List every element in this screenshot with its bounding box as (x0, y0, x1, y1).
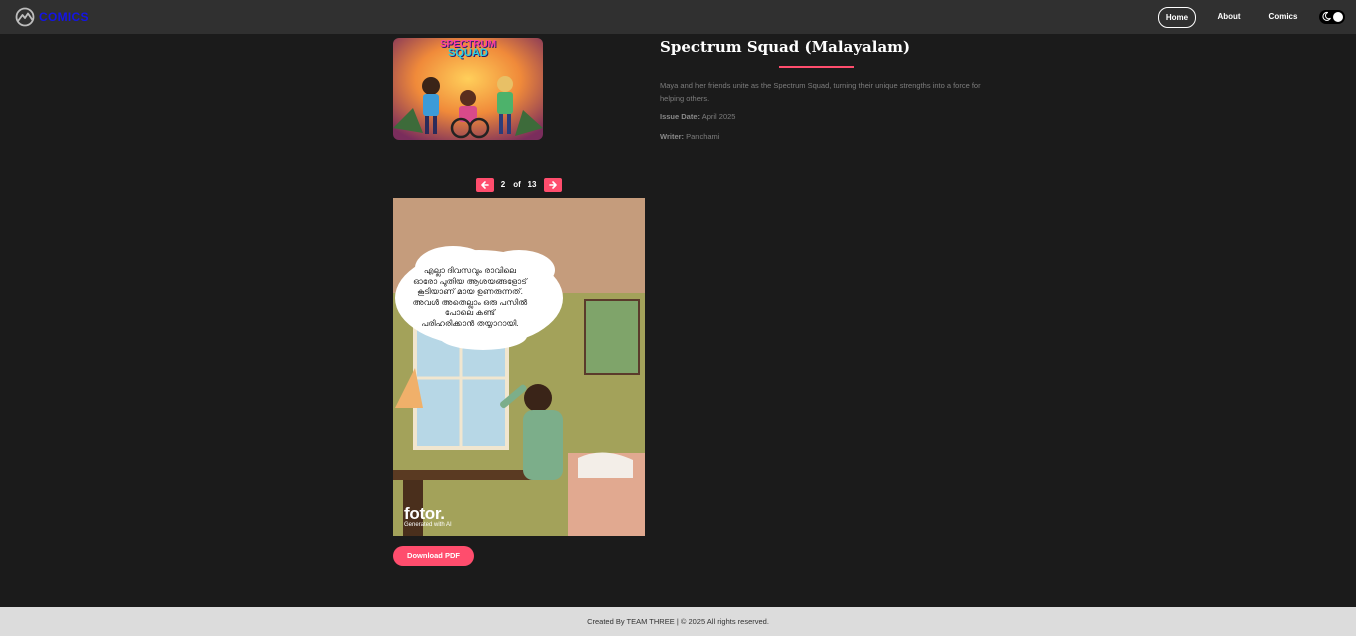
theme-toggle[interactable] (1319, 10, 1345, 24)
issue-date-label: Issue Date: (660, 112, 701, 121)
title-underline (779, 66, 854, 68)
arrow-right-icon (549, 181, 557, 189)
bubble-line-3: കൂടിയാണ് മായ ഉണരുന്നത്. (417, 287, 523, 297)
nav-home-link[interactable]: Home (1158, 7, 1196, 28)
writer-label: Writer: (660, 132, 685, 141)
mountain-logo-icon (15, 7, 35, 27)
watermark-logo: fotor. (404, 504, 445, 523)
watermark-caption: Generated with AI (404, 522, 452, 528)
speech-bubble-text: എല്ലാ ദിവസവും രാവിലെ ഓരോ പുതിയ ആശയങ്ങളോട… (410, 266, 530, 330)
comic-description: Maya and her friends unite as the Spectr… (660, 81, 981, 103)
bubble-line-1: എല്ലാ ദിവസവും രാവിലെ (423, 266, 517, 275)
bubble-line-2: ഓരോ പുതിയ ആശയങ്ങളോട് (413, 276, 527, 286)
total-pages: 13 (527, 180, 537, 189)
brand-link[interactable]: COMICS (15, 7, 89, 27)
page-of-label: of (513, 180, 521, 189)
arrow-left-icon (481, 181, 489, 189)
writer-value: Panchami (686, 132, 720, 141)
footer: Created By TEAM THREE | © 2025 All right… (0, 607, 1356, 636)
next-page-button[interactable] (544, 178, 562, 192)
bubble-line-4: അവൾ അതെല്ലാം ഒരു പസിൽ (412, 297, 528, 307)
nav-comics-link[interactable]: Comics (1262, 7, 1304, 26)
download-pdf-button[interactable]: Download PDF (393, 546, 474, 566)
issue-date: Issue Date: April 2025 (660, 112, 990, 121)
comic-title: Spectrum Squad (Malayalam) (660, 38, 911, 56)
comic-page-illustration (393, 198, 645, 536)
cover-title: SPECTRUM SQUAD (393, 40, 543, 59)
bubble-line-6: പരിഹരിക്കാൻ തയ്യാറായി. (421, 318, 519, 328)
writer: Writer: Panchami (660, 132, 990, 141)
cover-title-line-2: SQUAD (448, 47, 488, 59)
bubble-line-5: പോലെ കണ്ട് (444, 308, 496, 318)
nav-about-link[interactable]: About (1210, 7, 1248, 26)
current-page-number: 2 (500, 180, 506, 189)
issue-date-value: April 2025 (701, 112, 736, 121)
previous-page-button[interactable] (476, 178, 494, 192)
moon-icon (1322, 11, 1331, 21)
brand-name: COMICS (39, 10, 89, 24)
comic-page-image: എല്ലാ ദിവസവും രാവിലെ ഓരോ പുതിയ ആശയങ്ങളോട… (393, 198, 645, 536)
toggle-knob (1333, 12, 1343, 22)
ai-watermark: fotor. Generated with AI (404, 504, 452, 528)
navbar: COMICS Home About Comics (0, 0, 1356, 34)
